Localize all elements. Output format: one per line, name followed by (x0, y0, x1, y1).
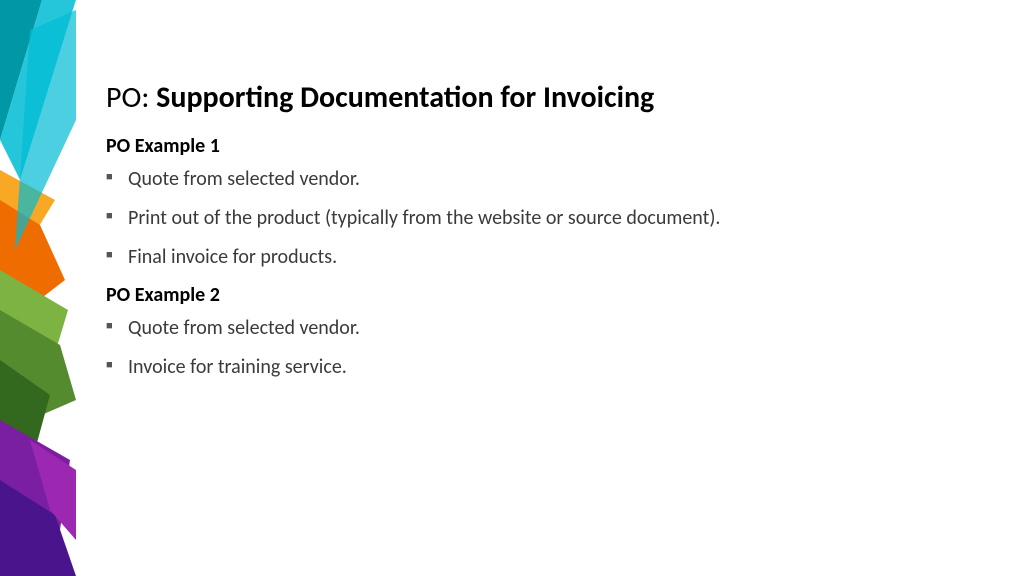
section-2-list: Quote from selected vendor. Invoice for … (106, 315, 984, 381)
section-1-heading: PO Example 1 (106, 134, 984, 158)
title-prefix: PO: (106, 79, 156, 116)
section-1-list: Quote from selected vendor. Print out of… (106, 166, 984, 271)
list-item: Invoice for training service. (106, 354, 984, 381)
list-item: Print out of the product (typically from… (106, 205, 984, 232)
geometric-pattern-icon (0, 0, 76, 576)
decorative-sidebar (0, 0, 76, 576)
title-main: Supporting Documentation for Invoicing (156, 79, 654, 116)
section-1: PO Example 1 Quote from selected vendor.… (106, 134, 984, 271)
section-2: PO Example 2 Quote from selected vendor.… (106, 283, 984, 381)
list-item: Final invoice for products. (106, 244, 984, 271)
list-item: Quote from selected vendor. (106, 166, 984, 193)
list-item: Quote from selected vendor. (106, 315, 984, 342)
slide-title: PO: Supporting Documentation for Invoici… (106, 80, 984, 116)
slide-content: PO: Supporting Documentation for Invoici… (106, 80, 984, 393)
section-2-heading: PO Example 2 (106, 283, 984, 307)
